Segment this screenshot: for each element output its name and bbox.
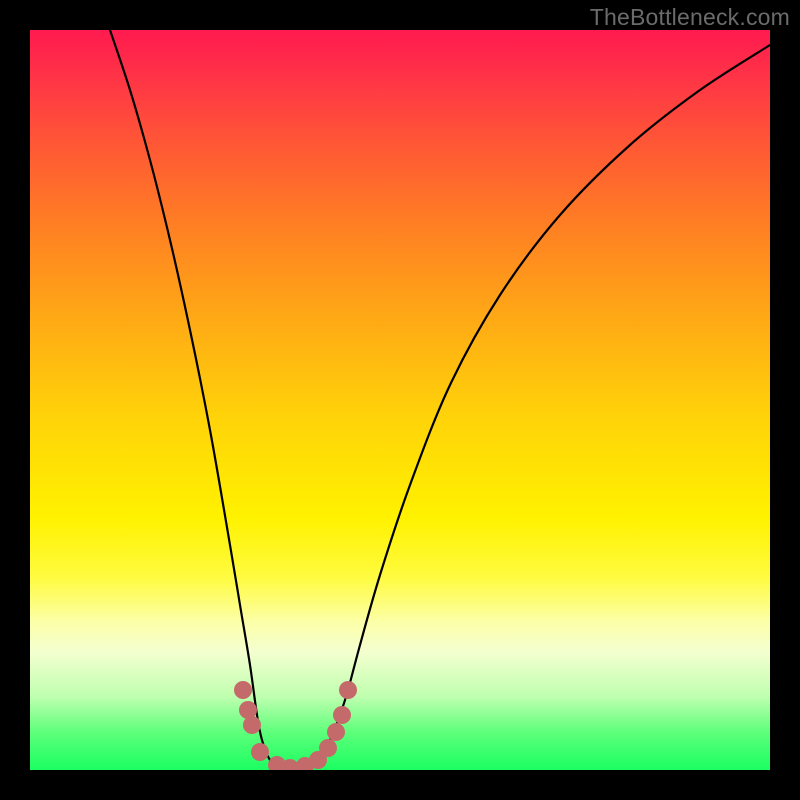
highlight-dot [251, 743, 269, 761]
bottleneck-curve [110, 30, 770, 770]
watermark-text: TheBottleneck.com [590, 4, 790, 31]
highlight-dot [243, 716, 261, 734]
outer-frame: TheBottleneck.com [0, 0, 800, 800]
highlight-dot [333, 706, 351, 724]
highlight-dot [234, 681, 252, 699]
highlight-dot [327, 723, 345, 741]
highlight-dots [234, 681, 357, 770]
chart-svg [30, 30, 770, 770]
highlight-dot [319, 739, 337, 757]
highlight-dot [339, 681, 357, 699]
plot-area [30, 30, 770, 770]
